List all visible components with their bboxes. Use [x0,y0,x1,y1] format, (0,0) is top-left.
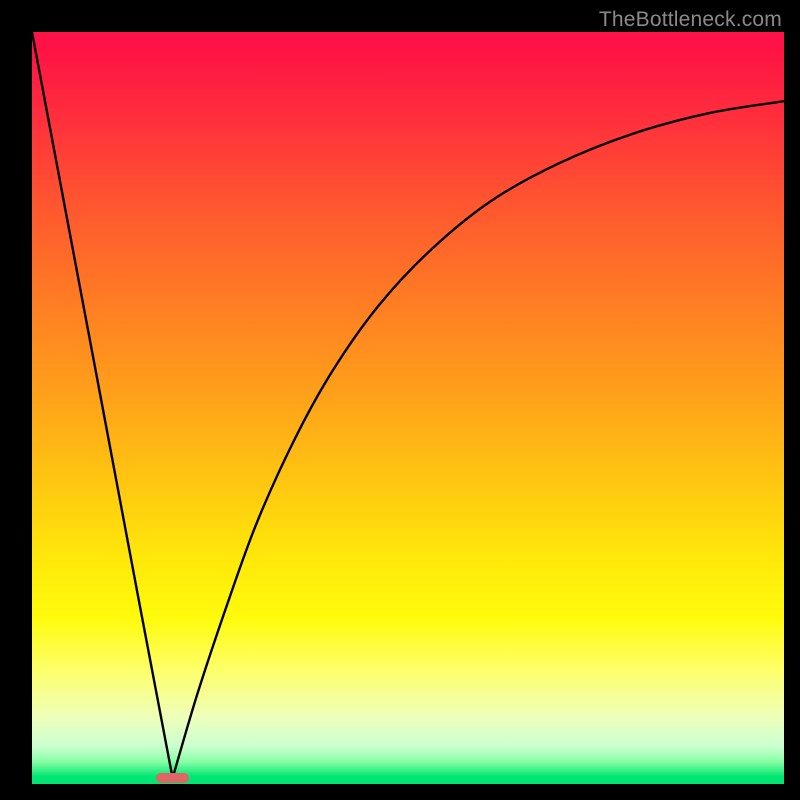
plot-area [32,32,784,784]
curve-layer [32,32,784,784]
left-line-path [32,32,173,778]
chart-stage: TheBottleneck.com [0,0,800,800]
watermark-text: TheBottleneck.com [599,8,782,32]
bottleneck-marker [156,773,189,784]
right-curve-path [173,101,784,778]
